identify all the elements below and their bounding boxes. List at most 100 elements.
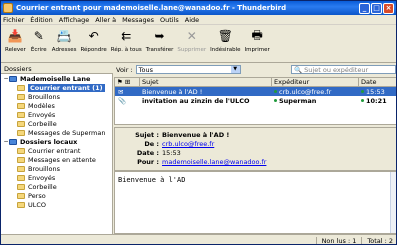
header-to-label: Pour : (137, 158, 159, 166)
folder-label: Brouillons (28, 92, 60, 101)
menu-edition[interactable]: Édition (30, 16, 53, 24)
address-book-button[interactable]: 📇 Adresses (52, 27, 77, 53)
chevron-down-icon[interactable]: ▼ (230, 66, 240, 73)
folder-local-inbox[interactable]: Courrier entrant (1, 146, 112, 155)
thunderbird-window: Courrier entrant pour mademoiselle.lane@… (0, 0, 397, 245)
folder-perso[interactable]: Perso (1, 191, 112, 200)
column-date[interactable]: Date (359, 78, 396, 87)
folder-local-trash[interactable]: Corbeille (1, 182, 112, 191)
toolbar-label: Supprimer (177, 47, 207, 53)
delete-button[interactable]: ✕ Supprimer (177, 27, 206, 53)
toolbar-label: Relever (5, 47, 26, 53)
header-from-link[interactable]: crb.ulco@free.fr (162, 140, 214, 149)
search-input[interactable]: 🔍 Sujet ou expéditeur (291, 65, 396, 74)
folder-label: Courrier entrant (28, 146, 81, 155)
message-from: Superman (272, 97, 359, 105)
reply-icon: ↶ (88, 29, 99, 43)
folder-icon (17, 120, 25, 127)
read-dot-icon (274, 90, 277, 93)
junk-icon: 🗑 (217, 29, 233, 43)
message-row[interactable]: 📎 invitation au zinzin de l'ULCO Superman 1… (115, 96, 396, 105)
folder-inbox[interactable]: Courrier entrant (1) (1, 83, 112, 92)
folder-superman[interactable]: Messages de Superman (1, 128, 112, 137)
folder-label: Perso (28, 191, 46, 200)
menu-outils[interactable]: Outils (160, 16, 179, 24)
folder-local-sent[interactable]: Envoyés (1, 173, 112, 182)
forward-icon: ➥ (154, 29, 165, 43)
folder-templates[interactable]: Modèles (1, 101, 112, 110)
view-select-value: Tous (138, 65, 154, 74)
header-to-row: Pour : mademoiselle.lane@wanadoo.fr (129, 158, 396, 167)
folder-pane: − Mademoiselle Lane Courrier entrant (1) Br… (1, 74, 113, 234)
minimize-button[interactable]: _ (359, 2, 370, 14)
toolbar-label: Répondre (80, 47, 107, 53)
reply-button[interactable]: ↶ Répondre (80, 27, 106, 53)
menu-affichage[interactable]: Affichage (59, 16, 90, 24)
folder-icon (17, 93, 25, 100)
folder-drafts[interactable]: Brouillons (1, 92, 112, 101)
title-bar[interactable]: Courrier entrant pour mademoiselle.lane@… (1, 1, 396, 15)
folder-sent[interactable]: Envoyés (1, 110, 112, 119)
write-button[interactable]: ✎ Écrire (30, 27, 48, 53)
attachment-icon: 📎 (118, 96, 127, 105)
column-subject[interactable]: Sujet (140, 78, 272, 87)
main-toolbar: 📥 Relever ✎ Écrire 📇 Adresses ↶ Répondre ⇇ Rép. à… (1, 25, 396, 63)
menu-bar: Fichier Édition Affichage Aller à Messag… (1, 15, 396, 25)
address-book-icon: 📇 (56, 29, 72, 43)
folder-label: Envoyés (28, 173, 56, 182)
folder-trash[interactable]: Corbeille (1, 119, 112, 128)
forward-button[interactable]: ➥ Transférer (146, 27, 174, 53)
print-icon: 🖶 (251, 27, 263, 42)
folder-account-mademoiselle-lane[interactable]: − Mademoiselle Lane (1, 74, 112, 83)
menu-messages[interactable]: Messages (122, 16, 154, 24)
message-date: 15:53 (359, 87, 396, 96)
junk-button[interactable]: 🗑 Indésirable (210, 27, 240, 53)
close-button[interactable]: × (383, 2, 394, 14)
menu-fichier[interactable]: Fichier (3, 16, 24, 24)
folder-label: Corbeille (28, 119, 57, 128)
message-subject: invitation au zinzin de l'ULCO (142, 96, 250, 105)
header-date-row: Date : 15:53 (129, 149, 396, 158)
window-title: Courrier entrant pour mademoiselle.lane@… (16, 4, 287, 12)
message-status-icon: ✉ (118, 87, 124, 96)
folder-label: Envoyés (28, 110, 56, 119)
folder-account-local[interactable]: − Dossiers locaux (1, 137, 112, 146)
folder-icon (17, 147, 25, 154)
folder-label: Modèles (28, 101, 55, 110)
view-select[interactable]: Tous ▼ (135, 65, 241, 74)
search-placeholder: Sujet ou expéditeur (304, 65, 369, 74)
menu-aide[interactable]: Aide (185, 16, 199, 24)
message-scrollbar[interactable] (390, 172, 396, 233)
folder-icon (17, 129, 25, 136)
delete-icon: ✕ (186, 29, 197, 43)
maximize-button[interactable]: □ (371, 2, 382, 14)
column-flags[interactable]: ⚑ ⊞ (115, 78, 140, 87)
folder-icon (17, 201, 25, 208)
header-from-label: De : (144, 140, 159, 148)
header-date-value: 15:53 (162, 149, 181, 157)
header-to-link[interactable]: mademoiselle.lane@wanadoo.fr (162, 158, 266, 167)
header-subject-row: Sujet : Bienvenue à l'AD ! (129, 131, 396, 140)
folder-ulco[interactable]: ULCO (1, 200, 112, 209)
folder-local-drafts[interactable]: Brouillons (1, 164, 112, 173)
folder-label: Dossiers locaux (20, 137, 78, 146)
write-icon: ✎ (33, 29, 44, 43)
download-button[interactable]: 📥 Relever (5, 27, 26, 53)
folder-outbox[interactable]: Messages en attente (1, 155, 112, 164)
folder-icon (17, 111, 25, 118)
folder-label: Brouillons (28, 164, 60, 173)
folder-label: Courrier entrant (1) (28, 83, 105, 92)
download-icon: 📥 (7, 29, 23, 43)
message-row[interactable]: ✉ Bienvenue à l'AD ! crb.ulco@free.fr 15:53 (115, 87, 396, 96)
status-total: Total : 2 (361, 236, 396, 244)
message-from: crb.ulco@free.fr (272, 88, 359, 96)
folder-label: Messages de Superman (28, 128, 106, 137)
message-header: Sujet : Bienvenue à l'AD ! De : crb.ulco… (114, 127, 396, 171)
folder-icon (17, 174, 25, 181)
view-label: Voir : (116, 65, 133, 74)
menu-aller-a[interactable]: Aller à (95, 16, 116, 24)
print-button[interactable]: 🖶 Imprimer (245, 27, 270, 54)
column-from[interactable]: Expéditeur (272, 78, 359, 87)
reply-all-button[interactable]: ⇇ Rép. à tous (111, 27, 142, 53)
message-date-text: 15:53 (366, 87, 385, 96)
